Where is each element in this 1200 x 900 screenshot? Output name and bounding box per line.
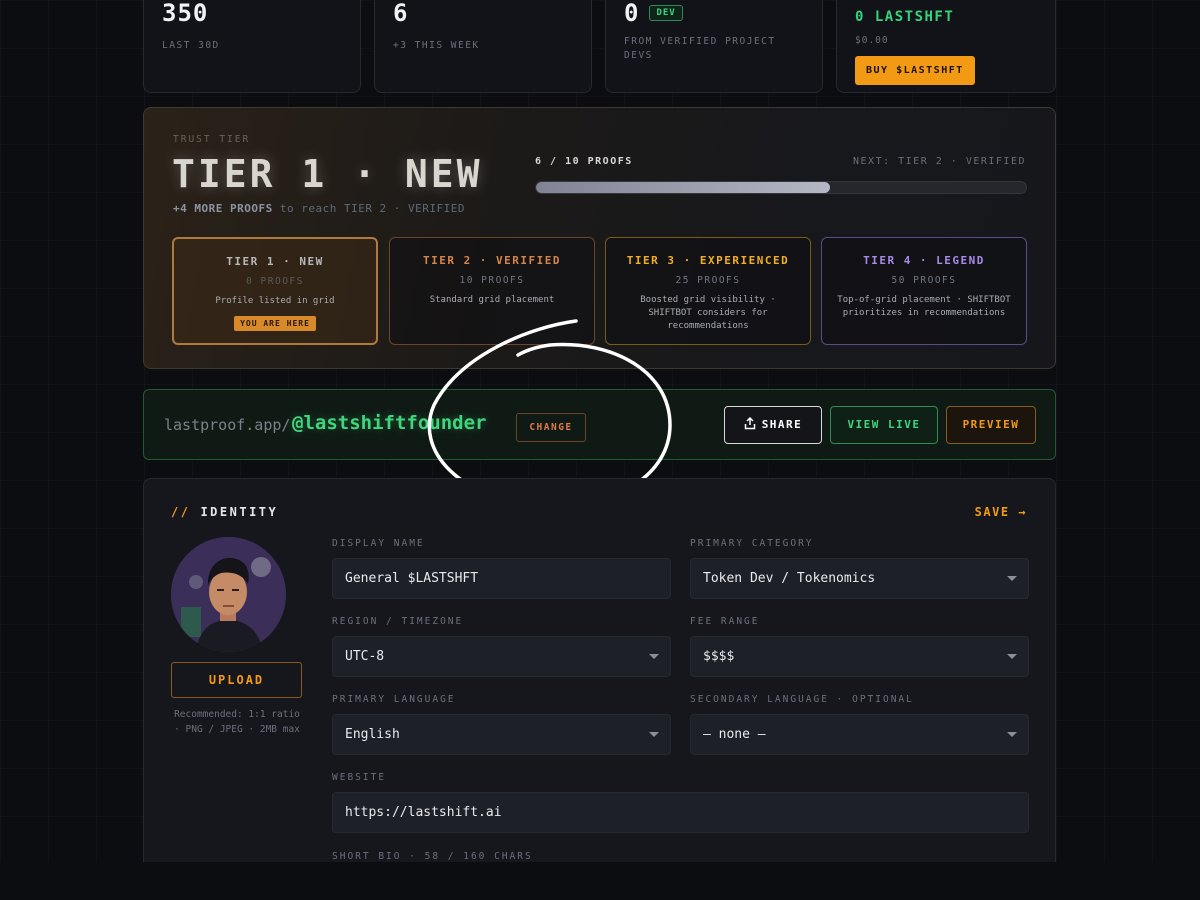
website-label: WEBSITE — [332, 772, 387, 783]
change-handle-button[interactable]: CHANGE — [516, 413, 586, 442]
tier-card-2: TIER 2 · VERIFIED 10 PROOFS Standard gri… — [389, 237, 595, 345]
chevron-down-icon — [1007, 732, 1017, 737]
tier-hint-text: to reach TIER 2 · VERIFIED — [279, 202, 466, 215]
tier-card-proofs: 25 PROOFS — [675, 275, 741, 286]
display-name-label: DISPLAY NAME — [332, 538, 425, 549]
tier-hint-count: +4 MORE PROOFS — [173, 202, 273, 215]
region-value: UTC-8 — [345, 649, 385, 664]
tier-card-desc: Standard grid placement — [429, 295, 555, 305]
bio-label: SHORT BIO · 58 / 160 CHARS — [332, 851, 533, 862]
identity-heading: // IDENTITY — [171, 505, 278, 519]
tier-card-desc: Boosted grid visibility · SHIFTBOT consi… — [640, 295, 776, 331]
progress-fill — [536, 182, 830, 193]
view-live-button[interactable]: VIEW LIVE — [830, 406, 938, 444]
identity-panel: // IDENTITY SAVE → UPLOAD Recommended: 1:… — [143, 478, 1056, 900]
identity-title: IDENTITY — [200, 505, 279, 519]
stat-card-views: 350 LAST 30D — [143, 0, 361, 93]
language2-label: SECONDARY LANGUAGE · OPTIONAL — [690, 694, 914, 705]
stat-card-proofs: 6 +3 THIS WEEK — [374, 0, 592, 93]
profile-handle: @lastshiftfounder — [292, 412, 487, 434]
chevron-down-icon — [649, 654, 659, 659]
trust-tier-panel: TRUST TIER TIER 1 · NEW +4 MORE PROOFS t… — [143, 107, 1056, 369]
tier-card-name: TIER 4 · LEGEND — [863, 254, 985, 267]
heading-slashes: // — [171, 505, 191, 519]
upload-avatar-button[interactable]: UPLOAD — [171, 662, 302, 698]
chevron-down-icon — [1007, 576, 1017, 581]
tier-card-name: TIER 3 · EXPERIENCED — [626, 254, 790, 267]
website-field[interactable]: https://lastshift.ai — [332, 792, 1029, 833]
buy-token-button[interactable]: BUY $LASTSHFT — [855, 56, 975, 85]
stat-card-dev-proofs: 0 DEV FROM VERIFIED PROJECT DEVS — [605, 0, 823, 93]
stat-label: FROM VERIFIED PROJECT DEVS — [624, 36, 776, 61]
profile-url-bar: lastproof.app/ @lastshiftfounder CHANGE … — [143, 389, 1056, 460]
stat-label: LAST 30D — [162, 40, 220, 51]
url-prefix: lastproof.app/ — [164, 416, 291, 434]
stat-label: +3 THIS WEEK — [393, 40, 480, 51]
tier-card-proofs: 50 PROOFS — [891, 275, 957, 286]
progress-label: 6 / 10 PROOFS — [535, 156, 633, 167]
chevron-down-icon — [649, 732, 659, 737]
tier-card-proofs: 0 PROOFS — [246, 276, 304, 287]
progress-bar — [535, 181, 1027, 194]
category-value: Token Dev / Tokenomics — [703, 571, 876, 586]
stat-value: 6 — [393, 0, 409, 27]
share-icon — [744, 409, 756, 445]
stat-value: 0 — [624, 0, 640, 27]
tier-card-proofs: 10 PROOFS — [459, 275, 525, 286]
avatar[interactable] — [171, 537, 286, 652]
bottom-fade — [0, 862, 1200, 900]
you-are-here-badge: YOU ARE HERE — [234, 316, 316, 331]
dev-badge: DEV — [649, 5, 683, 21]
tier-title: TIER 1 · NEW — [172, 152, 483, 196]
language2-value: — none — — [703, 727, 766, 742]
token-price: $0.00 — [855, 35, 889, 46]
fee-label: FEE RANGE — [690, 616, 760, 627]
fee-value: $$$$ — [703, 649, 735, 664]
tier-card-desc: Profile listed in grid — [215, 296, 335, 306]
tier-card-name: TIER 1 · NEW — [226, 255, 324, 268]
region-label: REGION / TIMEZONE — [332, 616, 464, 627]
region-select[interactable]: UTC-8 — [332, 636, 671, 677]
tier-card-1: TIER 1 · NEW 0 PROOFS Profile listed in … — [172, 237, 378, 345]
language-value: English — [345, 727, 400, 742]
tier-card-4: TIER 4 · LEGEND 50 PROOFS Top-of-grid pl… — [821, 237, 1027, 345]
progress-next-label: NEXT: TIER 2 · VERIFIED — [853, 156, 1026, 167]
token-balance: 0 LASTSHFT — [855, 9, 955, 25]
category-select[interactable]: Token Dev / Tokenomics — [690, 558, 1029, 599]
tier-card-desc: Top-of-grid placement · SHIFTBOT priorit… — [837, 295, 1011, 318]
upload-note: Recommended: 1:1 ratio · PNG / JPEG · 2M… — [174, 709, 300, 735]
save-button[interactable]: SAVE → — [975, 505, 1027, 519]
category-label: PRIMARY CATEGORY — [690, 538, 814, 549]
tier-hint: +4 MORE PROOFS to reach TIER 2 · VERIFIE… — [173, 202, 465, 215]
stat-card-token: 0 LASTSHFT $0.00 BUY $LASTSHFT — [836, 0, 1056, 93]
share-button[interactable]: SHARE — [724, 406, 822, 444]
tier-kicker: TRUST TIER — [173, 134, 251, 145]
language2-select[interactable]: — none — — [690, 714, 1029, 755]
stat-value: 350 — [162, 0, 209, 27]
fee-select[interactable]: $$$$ — [690, 636, 1029, 677]
tier-card-name: TIER 2 · VERIFIED — [422, 254, 562, 267]
share-label: SHARE — [761, 418, 803, 431]
language-label: PRIMARY LANGUAGE — [332, 694, 456, 705]
tier-card-3: TIER 3 · EXPERIENCED 25 PROOFS Boosted g… — [605, 237, 811, 345]
language-select[interactable]: English — [332, 714, 671, 755]
preview-button[interactable]: PREVIEW — [946, 406, 1036, 444]
display-name-field[interactable]: General $LASTSHFT — [332, 558, 671, 599]
avatar-image — [171, 537, 286, 652]
chevron-down-icon — [1007, 654, 1017, 659]
